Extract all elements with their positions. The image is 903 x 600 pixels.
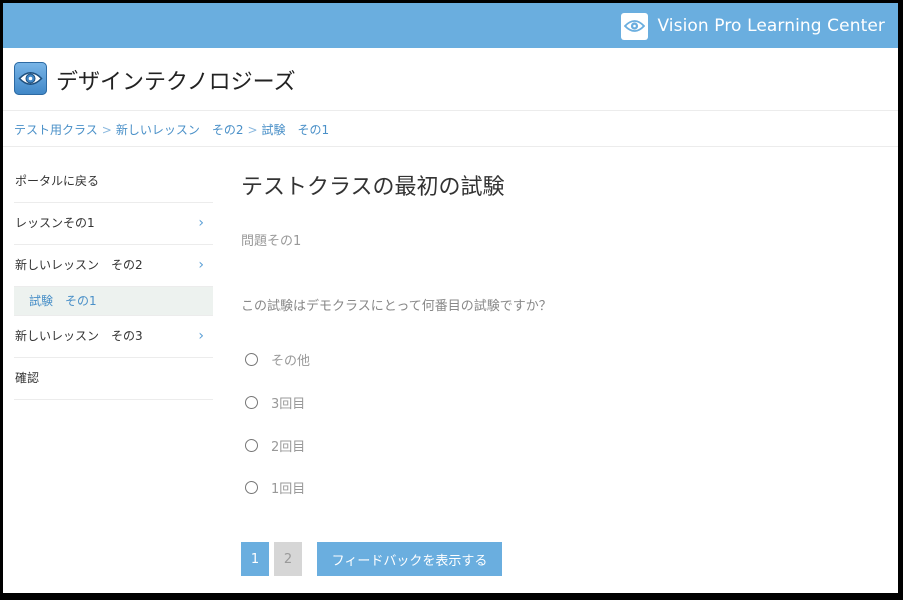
radio-button[interactable] bbox=[245, 395, 258, 409]
sidebar-item-lesson-3[interactable]: 新しいレッスン その3 › bbox=[14, 316, 213, 358]
sidebar-item-lesson-2[interactable]: 新しいレッスン その2 › bbox=[14, 245, 213, 287]
eye-icon[interactable] bbox=[14, 62, 47, 95]
answer-option[interactable]: 1回目 bbox=[245, 477, 305, 497]
sidebar-item-label: 確認 bbox=[15, 371, 40, 385]
brand-name: Vision Pro Learning Center bbox=[657, 16, 885, 36]
site-title: デザインテクノロジーズ bbox=[56, 70, 296, 95]
top-bar: Vision Pro Learning Center bbox=[3, 3, 898, 48]
answer-option[interactable]: 3回目 bbox=[245, 392, 305, 412]
answer-option[interactable]: その他 bbox=[245, 349, 310, 369]
radio-button[interactable] bbox=[245, 438, 258, 452]
eye-icon bbox=[621, 12, 649, 40]
show-feedback-button[interactable]: フィードバックを表示する bbox=[317, 542, 502, 576]
radio-button[interactable] bbox=[245, 352, 258, 366]
question-number: 問題その1 bbox=[241, 234, 302, 249]
chevron-right-icon[interactable]: › bbox=[198, 203, 204, 244]
sidebar-item-label: 新しいレッスン その2 bbox=[15, 258, 143, 272]
answer-option[interactable]: 2回目 bbox=[245, 435, 305, 455]
sidebar-subitem-exam-1[interactable]: 試験 その1 bbox=[14, 287, 213, 316]
breadcrumb-separator: > bbox=[247, 123, 258, 137]
breadcrumb-link[interactable]: 新しいレッスン その2 bbox=[116, 123, 244, 137]
sidebar-item-label: ポータルに戻る bbox=[15, 174, 100, 188]
breadcrumb-separator: > bbox=[101, 123, 112, 137]
site-header: デザインテクノロジーズ bbox=[3, 48, 898, 111]
page-button-1[interactable]: 1 bbox=[241, 542, 269, 576]
breadcrumb-current[interactable]: 試験 その1 bbox=[262, 123, 330, 137]
sidebar-item-label: 新しいレッスン その3 bbox=[15, 329, 143, 343]
chevron-right-icon[interactable]: › bbox=[198, 245, 204, 286]
breadcrumb-link[interactable]: テスト用クラス bbox=[14, 123, 98, 137]
question-text: この試験はデモクラスにとって何番目の試験ですか？ bbox=[241, 299, 552, 314]
divider bbox=[3, 146, 898, 147]
sidebar-item-lesson-1[interactable]: レッスンその1 › bbox=[14, 203, 213, 245]
sidebar-item-label: レッスンその1 bbox=[15, 216, 95, 230]
sidebar-item-back-to-portal[interactable]: ポータルに戻る bbox=[14, 161, 213, 203]
sidebar-subitem-label: 試験 その1 bbox=[29, 294, 97, 308]
page-button-2[interactable]: 2 bbox=[274, 542, 302, 576]
app-window: Vision Pro Learning Center デザインテクノロジーズ テ… bbox=[3, 3, 898, 593]
answer-option-label: 3回目 bbox=[271, 396, 306, 412]
answer-option-label: 2回目 bbox=[271, 439, 306, 455]
sidebar-item-confirm[interactable]: 確認 bbox=[14, 358, 213, 400]
brand[interactable]: Vision Pro Learning Center bbox=[621, 12, 885, 40]
page-title: テストクラスの最初の試験 bbox=[241, 175, 505, 200]
chevron-right-icon[interactable]: › bbox=[198, 316, 204, 357]
breadcrumb: テスト用クラス > 新しいレッスン その2 > 試験 その1 bbox=[14, 121, 329, 138]
radio-button[interactable] bbox=[245, 480, 258, 494]
answer-option-label: 1回目 bbox=[271, 481, 306, 497]
sidebar: ポータルに戻る レッスンその1 › 新しいレッスン その2 › 試験 その1 新… bbox=[14, 161, 213, 400]
answer-option-label: その他 bbox=[271, 353, 311, 369]
